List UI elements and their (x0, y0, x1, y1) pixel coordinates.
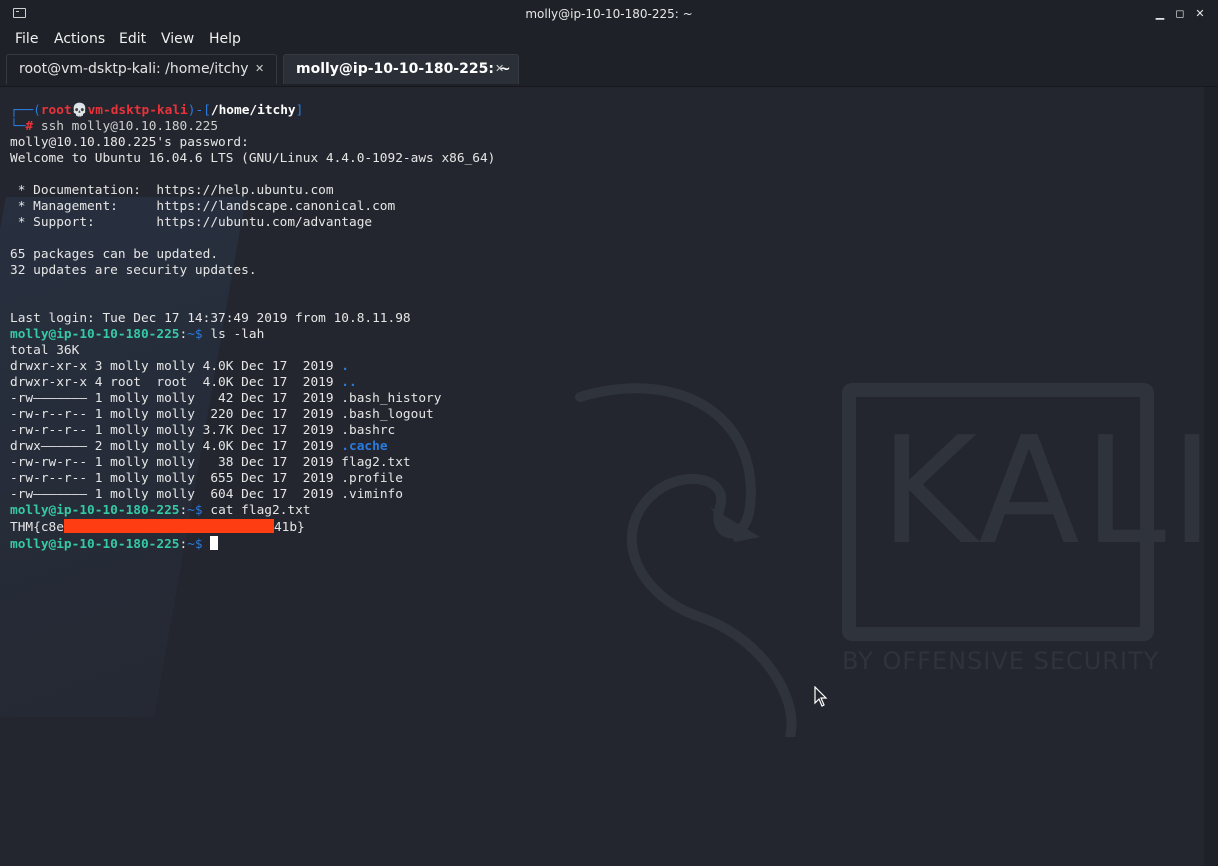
close-icon[interactable]: ✕ (1192, 6, 1208, 22)
prompt-suffix: ~$ (187, 537, 203, 552)
menu-help[interactable]: Help (209, 31, 241, 47)
tab-close-icon[interactable]: ✕ (495, 62, 504, 75)
ls-row: drwxr-xr-x 3 molly molly 4.0K Dec 17 201… (10, 359, 342, 374)
flag-suffix: 41b} (273, 520, 305, 535)
prompt-root-dir: /home/itchy (210, 103, 296, 118)
window-title: molly@ip-10-10-180-225: ~ (525, 7, 693, 21)
molly-prompt: molly@ip-10-10-180-225 (10, 537, 180, 552)
ssh-command: ssh molly@10.10.180.225 (40, 119, 219, 134)
menu-file[interactable]: File (15, 31, 38, 47)
mgmt-line: * Management: https://landscape.canonica… (10, 199, 396, 214)
terminal-scrollbar[interactable] (1204, 87, 1218, 866)
ls-name: .cache (341, 439, 388, 454)
ls-name: .bash_logout (341, 407, 434, 422)
doc-line: * Documentation: https://help.ubuntu.com (10, 183, 334, 198)
flag-prefix: THM{c8e (10, 520, 64, 535)
menu-bar: File Actions Edit View Help (0, 28, 1218, 52)
menu-view[interactable]: View (161, 31, 194, 47)
cat-command: cat flag2.txt (210, 503, 311, 518)
tab-close-icon[interactable]: ✕ (255, 62, 264, 75)
prompt-root-host: vm-dsktp-kali (87, 103, 188, 118)
tab-bar: root@vm-dsktp-kali: /home/itchy ✕ molly@… (0, 52, 1218, 87)
ls-name: .. (341, 375, 357, 390)
ls-name: flag2.txt (341, 455, 411, 470)
kali-logo-tagline: BY OFFENSIVE SECURITY (842, 647, 1160, 675)
mouse-pointer-icon (814, 686, 828, 707)
terminal-output-area[interactable]: KALI BY OFFENSIVE SECURITY ┌──(root💀vm-d… (0, 87, 1204, 866)
password-prompt: molly@10.10.180.225's password: (10, 135, 249, 150)
prompt-suffix: ~$ (187, 327, 203, 342)
menu-edit[interactable]: Edit (119, 31, 146, 47)
security-line: 32 updates are security updates. (10, 263, 257, 278)
skull-icon: 💀 (71, 103, 88, 118)
ls-row: -rw——————— 1 molly molly 42 Dec 17 2019 (10, 391, 342, 406)
menu-actions[interactable]: Actions (54, 31, 105, 47)
maximize-icon[interactable]: ◻ (1172, 6, 1188, 22)
ls-name: .profile (341, 471, 403, 486)
ls-row: drwxr-xr-x 4 root root 4.0K Dec 17 2019 (10, 375, 342, 390)
terminal-text: ┌──(root💀vm-dsktp-kali)-[/home/itchy] └─… (10, 103, 496, 552)
prompt-suffix: ~$ (187, 503, 203, 518)
ls-name: .bashrc (341, 423, 396, 438)
support-line: * Support: https://ubuntu.com/advantage (10, 215, 373, 230)
ls-total: total 36K (10, 343, 80, 358)
ls-row: drwx—————— 2 molly molly 4.0K Dec 17 201… (10, 439, 342, 454)
molly-prompt: molly@ip-10-10-180-225 (10, 503, 180, 518)
tab-molly-home[interactable]: molly@ip-10-10-180-225: ~ ✕ (283, 54, 519, 84)
ls-command: ls -lah (210, 327, 265, 342)
ls-row: -rw-r--r-- 1 molly molly 655 Dec 17 2019 (10, 471, 342, 486)
flag-redaction (63, 519, 274, 533)
packages-line: 65 packages can be updated. (10, 247, 219, 262)
kali-dragon-icon (575, 383, 797, 737)
window-titlebar: molly@ip-10-10-180-225: ~ ▁ ◻ ✕ (0, 0, 1218, 28)
tab-root-itchy[interactable]: root@vm-dsktp-kali: /home/itchy ✕ (6, 54, 277, 84)
ls-name: .viminfo (341, 487, 403, 502)
minimize-icon[interactable]: ▁ (1152, 6, 1168, 22)
ls-name: . (341, 359, 350, 374)
prompt-hash: # (25, 119, 34, 134)
welcome-line: Welcome to Ubuntu 16.04.6 LTS (GNU/Linux… (10, 151, 496, 166)
text-cursor (210, 536, 219, 550)
tab-label: root@vm-dsktp-kali: /home/itchy (19, 61, 249, 77)
prompt-root-user: root (40, 103, 72, 118)
kali-logo-word: KALI (880, 405, 1204, 577)
ls-row: -rw-r--r-- 1 molly molly 3.7K Dec 17 201… (10, 423, 342, 438)
ls-row: -rw-rw-r-- 1 molly molly 38 Dec 17 2019 (10, 455, 342, 470)
molly-prompt: molly@ip-10-10-180-225 (10, 327, 180, 342)
ls-row: -rw——————— 1 molly molly 604 Dec 17 2019 (10, 487, 342, 502)
ls-name: .bash_history (341, 391, 442, 406)
tab-label: molly@ip-10-10-180-225: ~ (296, 61, 511, 77)
last-login-line: Last login: Tue Dec 17 14:37:49 2019 fro… (10, 311, 411, 326)
ls-row: -rw-r--r-- 1 molly molly 220 Dec 17 2019 (10, 407, 342, 422)
